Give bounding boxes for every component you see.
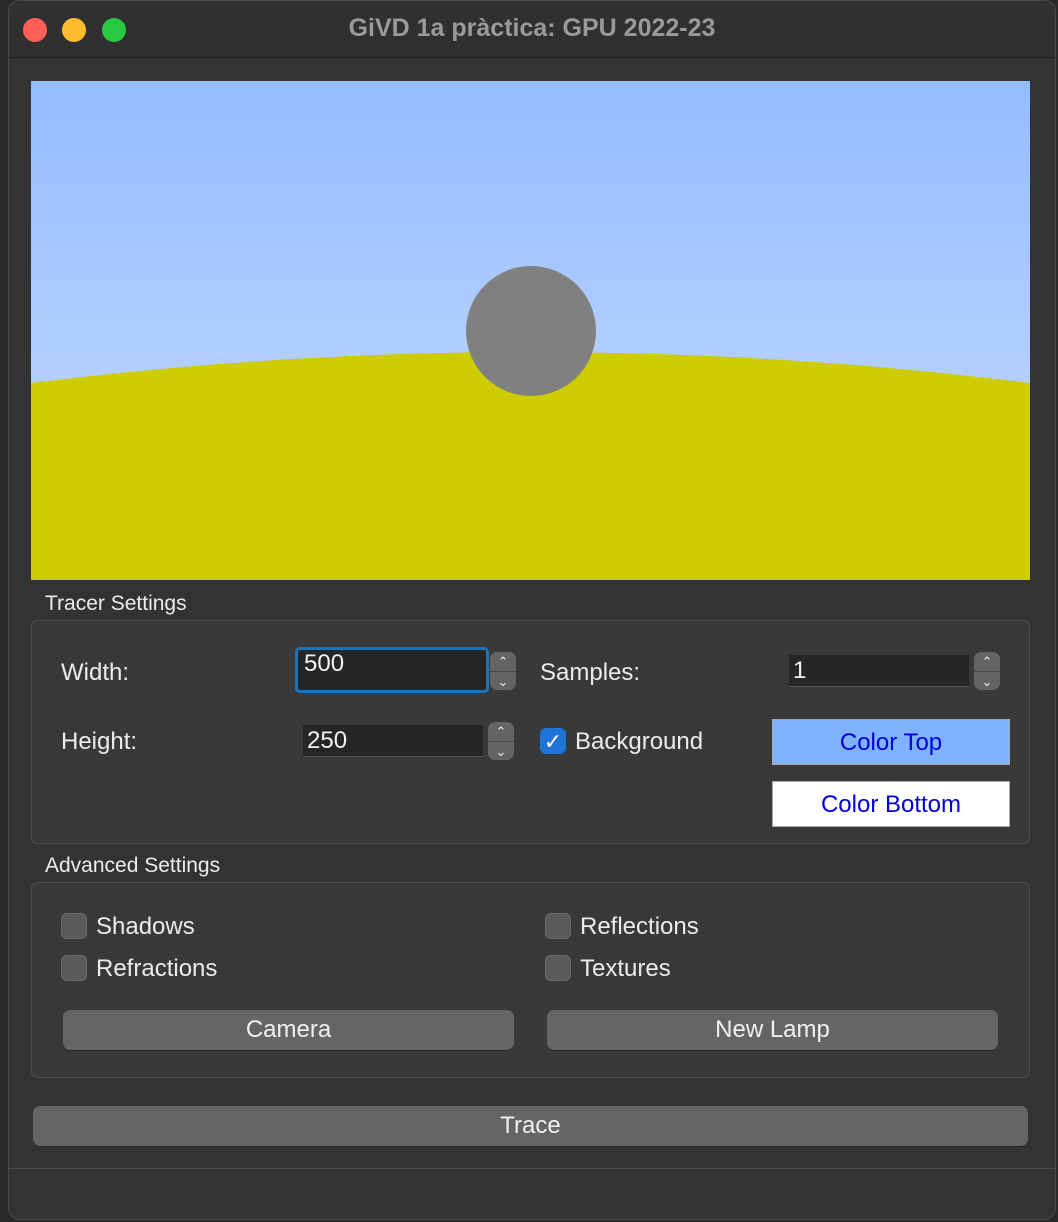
camera-button[interactable]: Camera: [63, 1010, 514, 1050]
width-label: Width:: [61, 659, 130, 686]
refractions-label: Refractions: [96, 955, 218, 982]
status-bar-divider: [9, 1168, 1055, 1169]
height-label: Height:: [61, 728, 138, 755]
shadows-checkbox[interactable]: [61, 913, 87, 939]
shadows-label: Shadows: [96, 913, 195, 940]
refractions-checkbox[interactable]: [61, 955, 87, 981]
width-spinner[interactable]: ⌃ ⌄: [490, 652, 516, 690]
new-lamp-button[interactable]: New Lamp: [547, 1010, 998, 1050]
width-input[interactable]: 500: [295, 647, 489, 693]
background-checkbox[interactable]: ✓: [540, 728, 566, 754]
samples-input[interactable]: 1: [789, 655, 969, 687]
chevron-down-icon[interactable]: ⌄: [490, 671, 516, 691]
checkmark-icon: ✓: [543, 729, 563, 754]
textures-label: Textures: [580, 955, 671, 982]
height-spinner[interactable]: ⌃ ⌄: [488, 722, 514, 760]
tracer-settings-label: Tracer Settings: [45, 592, 187, 615]
tracer-settings-group: Width: 500 ⌃ ⌄ Samples: 1 ⌃ ⌄ Height: 25…: [31, 620, 1030, 844]
chevron-up-icon[interactable]: ⌃: [974, 652, 1000, 671]
trace-button[interactable]: Trace: [33, 1106, 1028, 1146]
color-bottom-button[interactable]: Color Bottom: [772, 781, 1010, 827]
advanced-settings-group: Shadows Reflections Refractions Textures…: [31, 882, 1030, 1078]
sphere-object: [466, 266, 596, 396]
color-top-button[interactable]: Color Top: [772, 719, 1010, 765]
textures-checkbox[interactable]: [545, 955, 571, 981]
chevron-down-icon[interactable]: ⌄: [974, 671, 1000, 691]
chevron-down-icon[interactable]: ⌄: [488, 741, 514, 761]
samples-spinner[interactable]: ⌃ ⌄: [974, 652, 1000, 690]
chevron-up-icon[interactable]: ⌃: [490, 652, 516, 671]
title-bar: GiVD 1a pràctica: GPU 2022-23: [9, 1, 1055, 58]
app-window: GiVD 1a pràctica: GPU 2022-23 Tracer Set…: [8, 0, 1056, 1220]
reflections-checkbox[interactable]: [545, 913, 571, 939]
render-viewport: [31, 81, 1030, 580]
background-label: Background: [575, 728, 704, 755]
reflections-label: Reflections: [580, 913, 699, 940]
advanced-settings-label: Advanced Settings: [45, 854, 221, 877]
chevron-up-icon[interactable]: ⌃: [488, 722, 514, 741]
height-input[interactable]: 250: [303, 725, 483, 757]
window-title: GiVD 1a pràctica: GPU 2022-23: [348, 14, 716, 42]
samples-label: Samples:: [540, 659, 641, 686]
